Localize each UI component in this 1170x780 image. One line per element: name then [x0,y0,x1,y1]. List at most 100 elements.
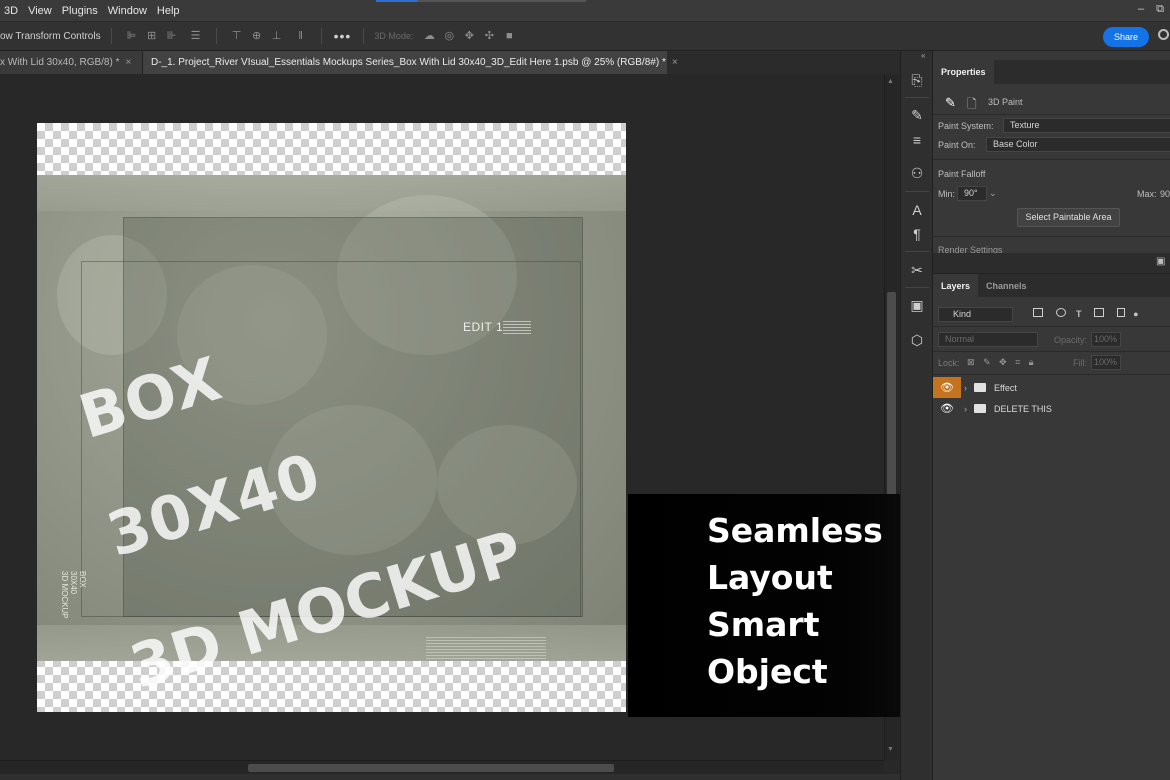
divider [905,251,929,252]
align-middle-vertical-icon[interactable]: ⊕ [251,30,263,42]
render-settings-label[interactable]: Render Settings [938,245,1003,253]
horizontal-scrollbar[interactable] [0,760,884,774]
folder-icon [974,404,986,413]
max-label: Max: [1137,189,1157,199]
menu-3d[interactable]: 3D [0,5,23,17]
divider [905,191,929,192]
tab-label: D-_1. Project_River VIsual_Essentials Mo… [151,57,666,68]
tab-channels[interactable]: Channels [978,274,1035,298]
divider [215,28,217,44]
tab-label: x With Lid 30x40, RGB/8) * [0,57,120,68]
layer-row[interactable]: 👁︎ › Effect [933,377,1170,398]
chevron-down-icon[interactable]: ⌄ [989,188,997,199]
scroll-thumb[interactable] [248,764,614,772]
roll-3d-icon[interactable]: ◎ [443,30,455,42]
minimize-button[interactable]: – [1138,3,1144,16]
align-right-icon[interactable]: ⊪ [166,30,178,42]
fill-input[interactable]: 100% [1091,355,1121,370]
panel-menu-icon[interactable]: ▣ [1156,256,1165,267]
chevron-right-icon[interactable]: › [964,404,974,414]
history-icon[interactable]: ⎘ [908,71,926,89]
lock-artboard-icon[interactable]: ⌗ [1015,357,1020,367]
divider [933,114,1170,115]
artboard-icon[interactable]: ▣ [908,296,926,314]
paint-on-label: Paint On: [938,140,976,150]
lock-paint-icon[interactable]: ✎ [983,357,991,367]
divider [933,159,1170,160]
more-options-icon[interactable]: ••• [334,28,352,44]
orbit-3d-icon[interactable]: ☁ [423,30,435,42]
align-bottom-icon[interactable]: ⊥ [271,30,283,42]
tab-properties[interactable]: Properties [933,60,994,84]
blend-mode-select[interactable]: Normal [938,332,1038,347]
scroll-down-icon[interactable]: ▼ [887,746,894,753]
paragraph-icon[interactable]: ¶ [908,225,926,243]
opacity-input[interactable]: 100% [1091,332,1121,347]
paint-falloff-label: Paint Falloff [938,169,986,179]
distribute-vertical-icon[interactable]: ‖ [295,30,307,42]
restore-button[interactable]: ⧉ [1156,3,1164,16]
type-filter-icon[interactable]: T [1076,309,1082,319]
side-text-line: BOX [78,571,87,588]
panel-gap [933,253,1170,273]
divider [110,28,112,44]
close-icon[interactable]: × [126,57,132,68]
side-text-line: 3D MOCKUP [60,571,69,619]
paint-system-select[interactable]: Texture [1003,118,1170,133]
drag-3d-icon[interactable]: ✥ [463,30,475,42]
divider [933,326,1170,327]
min-input[interactable]: 90° [957,186,987,201]
menu-view[interactable]: View [23,5,57,17]
divider [933,236,1170,237]
layer-filter-kind[interactable]: Kind [938,307,1013,322]
close-icon[interactable]: × [672,57,678,68]
filter-toggle-icon[interactable]: ● [1133,309,1138,319]
menu-plugins[interactable]: Plugins [57,5,103,17]
adjustments-icon[interactable]: ≡ [908,131,926,149]
align-center-horizontal-icon[interactable]: ⊞ [146,30,158,42]
menu-help[interactable]: Help [152,5,185,17]
tab-document-1[interactable]: x With Lid 30x40, RGB/8) * × [0,51,142,74]
slide-3d-icon[interactable]: ✣ [483,30,495,42]
smart-object-filter-icon[interactable] [1116,308,1125,317]
paint-on-select[interactable]: Base Color [986,137,1170,152]
chevron-right-icon[interactable]: › [964,383,974,393]
divider [905,97,929,98]
layers-tabbar: Layers Channels [933,273,1170,298]
align-left-icon[interactable]: ⊫ [126,30,138,42]
promo-line: Layout [707,558,833,597]
lock-pixels-icon[interactable]: ⊠ [967,357,975,367]
promo-line: Seamless [707,511,883,550]
shape-filter-icon[interactable] [1094,308,1105,317]
opacity-label: Opacity: [1054,335,1088,345]
collapse-panels-icon[interactable]: « [921,51,925,60]
lock-position-icon[interactable]: ✥ [999,357,1007,367]
max-value[interactable]: 90 [1160,189,1170,199]
camera-3d-icon[interactable]: ■ [503,30,515,42]
tab-layers[interactable]: Layers [933,274,979,298]
tool-presets-icon[interactable]: ✂ [908,261,926,279]
document-canvas[interactable]: EDIT 1 BOX 30X40 3D MOCKUP BOX 30X40 3D … [37,123,626,712]
align-top-icon[interactable]: ⊤ [231,30,243,42]
3d-mode-label: 3D Mode: [374,31,414,41]
layer-row[interactable]: 👁︎ › DELETE THIS [933,398,1170,419]
distribute-horizontal-icon[interactable]: ☰ [190,30,202,42]
3d-cube-icon[interactable]: ⬡ [908,331,926,349]
select-paintable-area-button[interactable]: Select Paintable Area [1017,208,1120,227]
character-icon[interactable]: A [908,201,926,219]
visibility-eye-icon[interactable]: 👁︎ [933,398,961,419]
menu-window[interactable]: Window [103,5,152,17]
show-transform-controls-label[interactable]: ow Transform Controls [0,31,101,42]
scroll-up-icon[interactable]: ▲ [887,78,894,85]
visibility-eye-icon[interactable]: 👁︎ [933,377,961,398]
lock-all-icon[interactable]: 🔒︎ [1029,357,1034,367]
tab-document-2[interactable]: D-_1. Project_River VIsual_Essentials Mo… [142,51,678,74]
brush-settings-icon[interactable]: ✎ [908,106,926,124]
adjustment-filter-icon[interactable] [1055,308,1066,317]
search-icon[interactable] [1158,29,1169,40]
promo-line: Smart [707,605,820,644]
divider [933,374,1170,375]
share-button[interactable]: Share [1103,27,1149,47]
image-filter-icon[interactable] [1033,308,1043,317]
clone-source-icon[interactable]: ⚇ [908,164,926,182]
